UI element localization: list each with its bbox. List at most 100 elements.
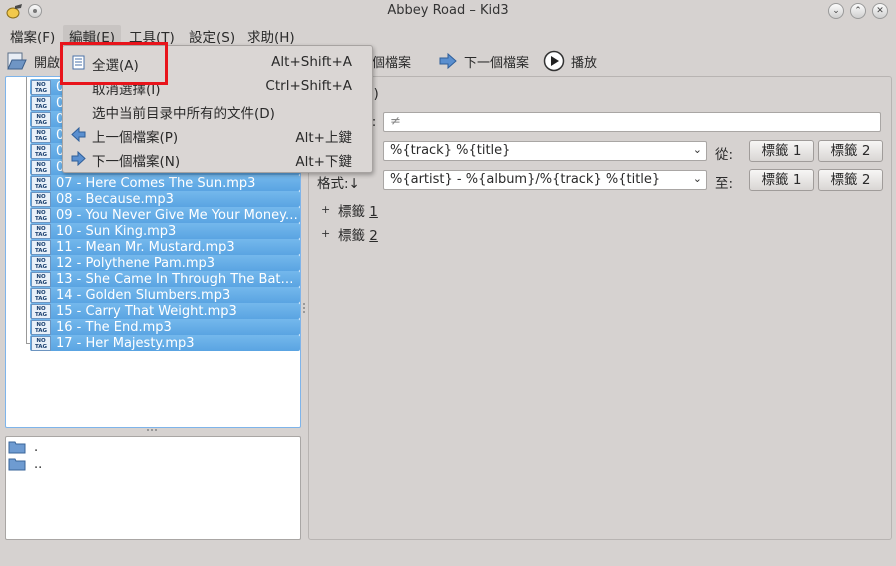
arrow-right-icon (71, 151, 86, 166)
menu-item-shortcut: Alt+Shift+A (271, 54, 352, 70)
file-row[interactable]: NO TAG 15 - Carry That Weight.mp3 (30, 303, 300, 319)
no-tag-badge-icon: NO TAG (31, 239, 51, 255)
arrow-right-icon (439, 52, 457, 70)
file-row[interactable]: NO TAG 13 - She Came In Through The Bathr… (30, 271, 300, 287)
file-name: 14 - Golden Slumbers.mp3 (56, 287, 231, 303)
no-tag-badge-icon: NO TAG (31, 127, 51, 143)
tag1-section-header[interactable]: 標籤 1 (338, 200, 378, 220)
file-name: 12 - Polythene Pam.mp3 (56, 255, 216, 271)
directory-list[interactable]: . .. (5, 436, 301, 540)
file-name: 17 - Her Majesty.mp3 (56, 335, 195, 351)
file-row[interactable]: NO TAG 17 - Her Majesty.mp3 (30, 335, 300, 351)
no-tag-badge-icon: NO TAG (31, 255, 51, 271)
arrow-left-icon (71, 127, 86, 142)
no-tag-badge-icon: NO TAG (31, 95, 51, 111)
tag2-section-number: 2 (369, 228, 378, 244)
dir-item-label: . (34, 439, 39, 455)
highlight-box (60, 42, 168, 85)
file-row[interactable]: NO TAG 08 - Because.mp3 (30, 191, 300, 207)
no-tag-badge-icon: NO TAG (31, 271, 51, 287)
file-row[interactable]: NO TAG 09 - You Never Give Me Your Money.… (30, 207, 300, 223)
file-name: 08 - Because.mp3 (56, 191, 174, 207)
title-bar: Abbey Road – Kid3 ⌄ ⌃ ✕ (0, 0, 896, 22)
no-tag-badge-icon: NO TAG (31, 159, 51, 175)
tag2-section-header[interactable]: 標籤 2 (338, 224, 378, 244)
dir-item-current[interactable]: . (8, 439, 38, 455)
no-tag-badge-icon: NO TAG (31, 207, 51, 223)
tag1-section-number: 1 (369, 204, 378, 220)
file-name: 15 - Carry That Weight.mp3 (56, 303, 237, 319)
menu-item-label: 下一個檔案(N) (92, 154, 181, 170)
file-name: 09 - You Never Give Me Your Money.mp3 (56, 207, 298, 223)
to-label: 至: (715, 176, 734, 192)
from-tag2-button[interactable]: 標籤 2 (818, 140, 883, 162)
file-row[interactable]: NO TAG 12 - Polythene Pam.mp3 (30, 255, 300, 271)
file-row[interactable]: NO TAG 14 - Golden Slumbers.mp3 (30, 287, 300, 303)
file-name: 11 - Mean Mr. Mustard.mp3 (56, 239, 235, 255)
dir-item-label: .. (34, 456, 43, 472)
menu-item-shortcut: Alt+上鍵 (295, 130, 352, 146)
to-format-value: %{artist} - %{album}/%{track} %{title} (390, 172, 661, 187)
file-row[interactable]: NO TAG 07 - Here Comes The Sun.mp3 (30, 175, 300, 191)
tree-line (26, 77, 27, 343)
to-format-combo[interactable]: %{artist} - %{album}/%{track} %{title} ⌄ (383, 170, 707, 190)
menu-item-label: 上一個檔案(P) (92, 130, 179, 146)
folder-icon (8, 441, 26, 454)
no-tag-badge-icon: NO TAG (31, 143, 51, 159)
vertical-splitter[interactable] (303, 303, 306, 313)
from-tag1-button[interactable]: 標籤 1 (749, 140, 814, 162)
filter-field[interactable]: ≠ (383, 112, 881, 132)
expand-tag2-icon[interactable]: + (321, 228, 330, 239)
folder-icon (8, 458, 26, 471)
from-label: 從: (715, 147, 734, 163)
menu-item-label: 选中当前目录中所有的文件(D) (92, 106, 275, 122)
open-button[interactable]: 開啟 (6, 49, 60, 73)
play-icon (543, 50, 565, 72)
no-tag-badge-icon: NO TAG (31, 79, 51, 95)
from-format-combo[interactable]: %{track} %{title} ⌄ (383, 141, 707, 161)
file-name: 16 - The End.mp3 (56, 319, 172, 335)
horizontal-splitter[interactable] (147, 429, 157, 432)
expand-tag1-icon[interactable]: + (321, 204, 330, 215)
minimize-button[interactable]: ⌄ (828, 3, 844, 19)
file-name: 13 - She Came In Through The Bathroom Wi… (56, 271, 298, 287)
to-tag1-button[interactable]: 標籤 1 (749, 169, 814, 191)
menu-settings[interactable]: 設定(S) (183, 25, 241, 46)
from-format-value: %{track} %{title} (390, 143, 511, 158)
tag2-section-label: 標籤 (338, 228, 365, 244)
file-row[interactable]: NO TAG 10 - Sun King.mp3 (30, 223, 300, 239)
dir-item-parent[interactable]: .. (8, 456, 42, 472)
rename-panel: E) F: ≠ %{track} %{title} ⌄ 從: 標籤 1 標籤 2… (308, 76, 892, 540)
no-tag-badge-icon: NO TAG (31, 319, 51, 335)
menu-item-select-all-in-directory[interactable]: 选中当前目录中所有的文件(D) (63, 98, 372, 122)
menu-item-previous-file[interactable]: 上一個檔案(P) Alt+上鍵 (63, 122, 372, 146)
maximize-button[interactable]: ⌃ (850, 3, 866, 19)
to-tag2-button[interactable]: 標籤 2 (818, 169, 883, 191)
menu-item-next-file[interactable]: 下一個檔案(N) Alt+下鍵 (63, 146, 372, 170)
no-tag-badge-icon: NO TAG (31, 191, 51, 207)
no-tag-badge-icon: NO TAG (31, 287, 51, 303)
file-row[interactable]: NO TAG 11 - Mean Mr. Mustard.mp3 (30, 239, 300, 255)
file-name: 10 - Sun King.mp3 (56, 223, 177, 239)
chevron-down-icon: ⌄ (692, 172, 702, 185)
open-folder-icon (7, 52, 27, 70)
play-button[interactable]: 播放 (543, 49, 597, 73)
file-name: 07 - Here Comes The Sun.mp3 (56, 175, 256, 191)
file-row[interactable]: NO TAG 16 - The End.mp3 (30, 319, 300, 335)
open-label: 開啟 (34, 55, 61, 71)
no-tag-badge-icon: NO TAG (31, 335, 51, 351)
menu-help[interactable]: 求助(H) (241, 25, 301, 46)
no-tag-badge-icon: NO TAG (31, 223, 51, 239)
no-tag-badge-icon: NO TAG (31, 175, 51, 191)
menu-file[interactable]: 檔案(F) (4, 25, 61, 46)
close-button[interactable]: ✕ (872, 3, 888, 19)
play-label: 播放 (571, 55, 598, 71)
chevron-down-icon: ⌄ (692, 143, 702, 156)
menu-item-shortcut: Alt+下鍵 (295, 154, 352, 170)
menu-item-shortcut: Ctrl+Shift+A (265, 78, 352, 94)
next-file-label: 下一個檔案 (464, 55, 530, 71)
no-tag-badge-icon: NO TAG (31, 111, 51, 127)
no-tag-badge-icon: NO TAG (31, 303, 51, 319)
next-file-button[interactable]: 下一個檔案 (438, 49, 529, 73)
to-format-label: 格式:↓ (317, 176, 360, 192)
